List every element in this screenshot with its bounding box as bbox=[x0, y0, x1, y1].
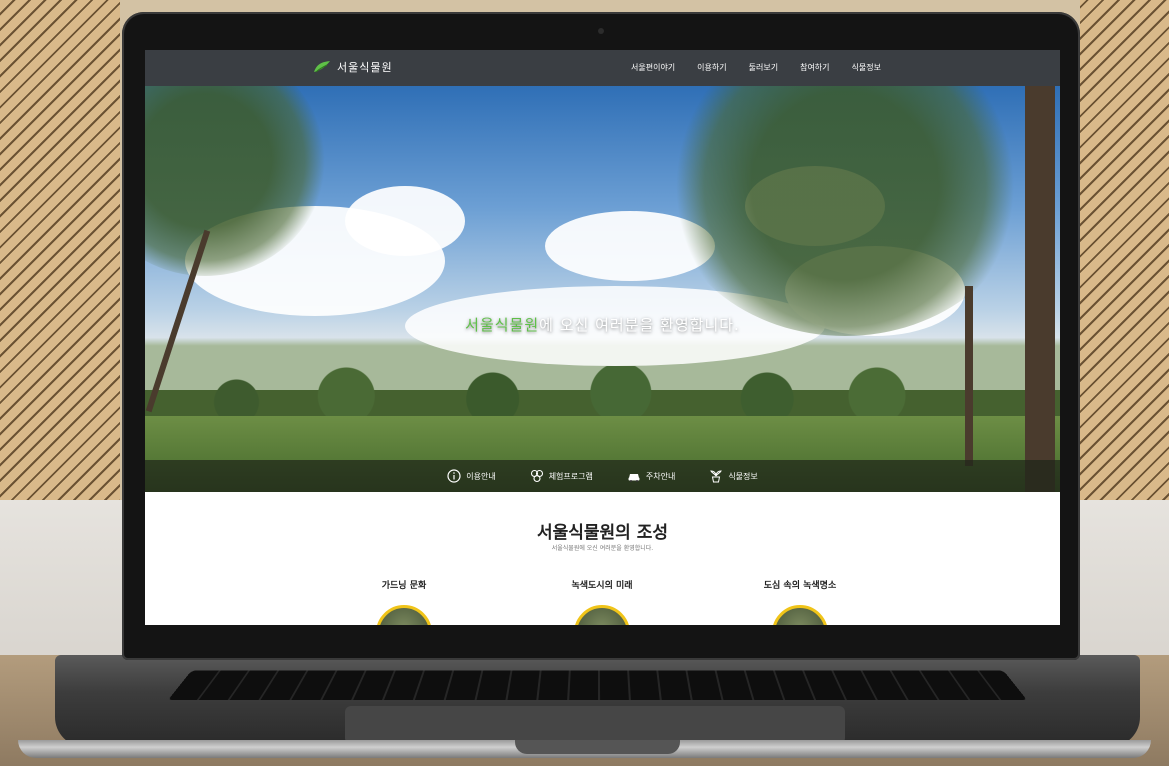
nav-item-story[interactable]: 서울편이야기 bbox=[631, 62, 675, 73]
plant-pot-icon bbox=[710, 470, 723, 483]
hero-welcome-text: 서울식물원에 오신 여러분을 환영합니다. bbox=[145, 314, 1060, 335]
camera-icon bbox=[598, 28, 604, 34]
nav-item-explore[interactable]: 둘러보기 bbox=[749, 62, 778, 73]
feature-card-green-city[interactable]: 녹색도시의 미래 bbox=[547, 578, 657, 625]
quick-links-bar: 이용안내 체험프로그램 주차안내 식물정보 bbox=[145, 460, 1060, 492]
quick-link-plant-info[interactable]: 식물정보 bbox=[709, 469, 758, 483]
laptop-screen: 서울식물원 서울편이야기 이용하기 둘러보기 참여하기 식물정보 서울식물원에 … bbox=[145, 50, 1060, 625]
hero-banner: 서울식물원에 오신 여러분을 환영합니다. bbox=[145, 86, 1060, 492]
tree-trunk bbox=[1025, 86, 1055, 492]
card-label: 가드닝 문화 bbox=[381, 581, 427, 591]
nav-item-use[interactable]: 이용하기 bbox=[697, 62, 726, 73]
section-subtitle: 서울식물원에 오신 여러분을 환영합니다. bbox=[551, 545, 654, 552]
card-thumbnail bbox=[376, 605, 432, 625]
nav-item-participate[interactable]: 참여하기 bbox=[800, 62, 829, 73]
card-label: 녹색도시의 미래 bbox=[571, 581, 633, 591]
program-icon bbox=[530, 469, 543, 483]
quick-link-parking[interactable]: 주차안내 bbox=[627, 469, 675, 483]
quick-link-label: 체험프로그램 bbox=[548, 471, 593, 481]
site-header: 서울식물원 서울편이야기 이용하기 둘러보기 참여하기 식물정보 bbox=[145, 50, 1060, 86]
intro-section: 서울식물원의 조성 서울식물원에 오신 여러분을 환영합니다. 가드닝 문화 녹… bbox=[145, 492, 1060, 625]
site-logo[interactable]: 서울식물원 bbox=[313, 59, 393, 75]
info-icon bbox=[447, 469, 461, 483]
logo-text: 서울식물원 bbox=[337, 61, 393, 74]
hero-message: 에 오신 여러분을 환영합니다. bbox=[539, 316, 740, 334]
leaf-logo-icon bbox=[314, 61, 330, 73]
laptop-trackpad bbox=[345, 706, 845, 744]
hero-highlight: 서울식물원 bbox=[465, 316, 540, 334]
main-nav: 서울편이야기 이용하기 둘러보기 참여하기 식물정보 bbox=[631, 62, 881, 73]
card-thumbnail bbox=[772, 605, 828, 625]
tree-trunk bbox=[965, 286, 973, 466]
laptop-keyboard bbox=[167, 670, 1028, 701]
quick-link-label: 이용안내 bbox=[466, 471, 496, 481]
quick-link-label: 주차안내 bbox=[645, 471, 676, 481]
feature-card-gardening[interactable]: 가드닝 문화 bbox=[349, 578, 459, 625]
car-icon bbox=[628, 474, 640, 482]
card-thumbnail bbox=[574, 605, 630, 625]
quick-link-info[interactable]: 이용안내 bbox=[447, 469, 496, 483]
nav-item-plant-info[interactable]: 식물정보 bbox=[852, 62, 881, 73]
quick-link-program[interactable]: 체험프로그램 bbox=[530, 469, 593, 483]
card-label: 도심 속의 녹색명소 bbox=[763, 581, 837, 591]
quick-link-label: 식물정보 bbox=[728, 471, 758, 481]
cloud bbox=[345, 186, 465, 256]
section-title: 서울식물원의 조성 bbox=[536, 523, 669, 543]
laptop-notch bbox=[515, 740, 680, 754]
feature-card-green-landmark[interactable]: 도심 속의 녹색명소 bbox=[745, 578, 855, 625]
